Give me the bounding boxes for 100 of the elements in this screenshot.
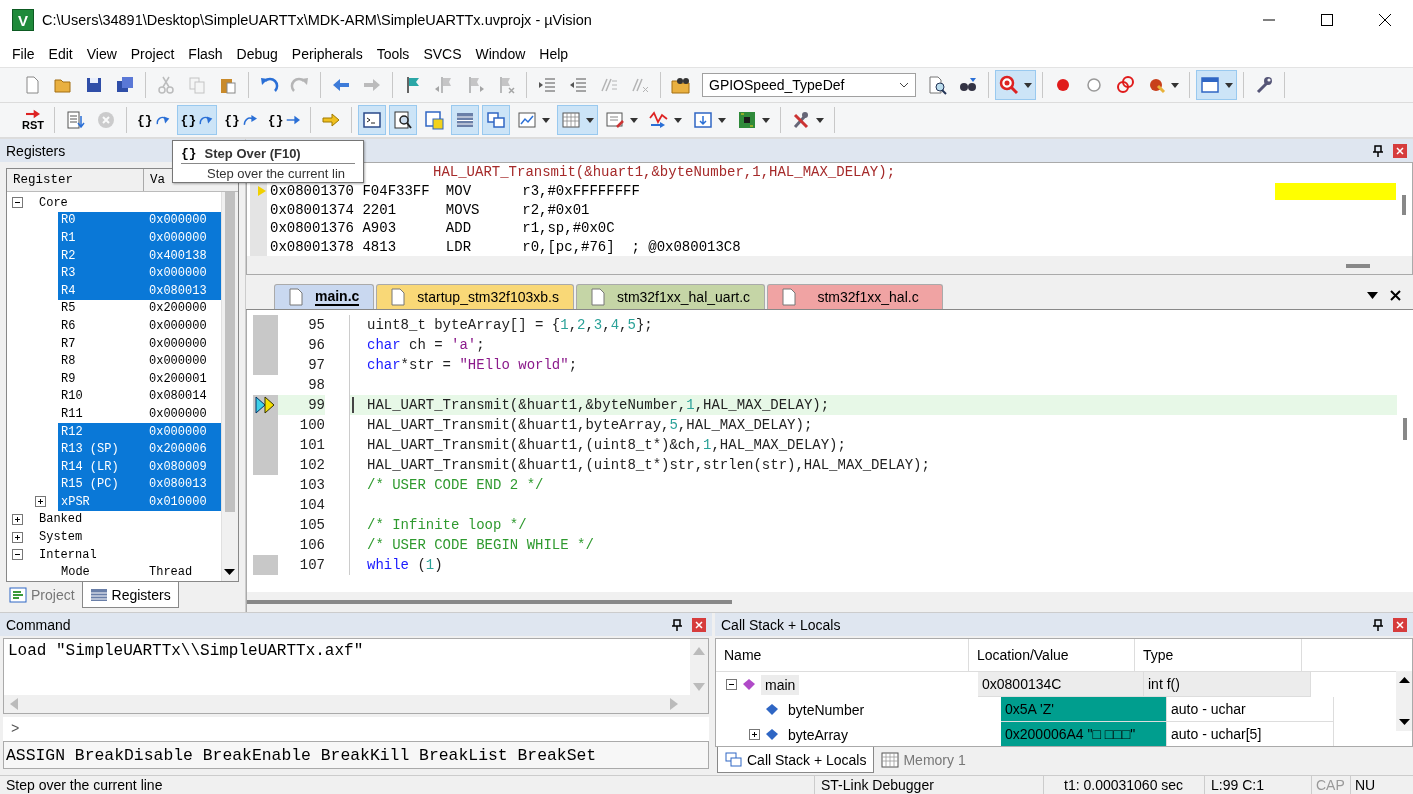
register-row[interactable]: R0 0x000000 xyxy=(58,211,221,230)
panel-tab[interactable]: Registers xyxy=(81,582,179,608)
register-value: 0x400138 xyxy=(149,248,208,263)
toolbar-button[interactable]: {} xyxy=(133,105,174,135)
register-value: 0x000000 xyxy=(149,266,208,281)
register-row[interactable]: xPSR 0x010000 xyxy=(58,493,221,511)
register-name: R6 xyxy=(61,318,77,333)
menu-item[interactable]: Flash xyxy=(181,45,230,62)
register-row[interactable]: R9 0x200001 xyxy=(58,369,221,388)
panel-title: Call Stack + Locals xyxy=(721,616,841,633)
register-group-name: Internal xyxy=(39,547,97,562)
tree-row[interactable]: Internal xyxy=(7,545,221,564)
register-value: 0x080013 xyxy=(149,477,208,492)
register-value: 0x200000 xyxy=(149,301,208,316)
panel-tab[interactable]: Memory 1 xyxy=(874,747,973,773)
register-value: 0x000000 xyxy=(149,354,208,369)
register-value: Thread xyxy=(149,565,194,580)
toolbar-button[interactable]: {} xyxy=(176,105,218,135)
register-value: 0x080014 xyxy=(149,389,208,404)
panel-title: Registers xyxy=(6,142,66,159)
register-row[interactable]: R1 0x000000 xyxy=(58,229,221,247)
register-row[interactable]: R3 0x000000 xyxy=(58,264,221,282)
column-header[interactable]: Register xyxy=(7,169,144,191)
source-line: HAL_UART_Transmit(&huart1,&byteNumber,1,HAL_MAX_DELAY); xyxy=(433,164,896,180)
register-name: R5 xyxy=(61,301,77,316)
menu-item[interactable]: Peripherals xyxy=(284,45,370,62)
register-value: 0x200001 xyxy=(149,371,208,386)
line-number: 102 xyxy=(298,456,325,475)
register-name: R14 (LR) xyxy=(61,459,120,474)
status-debugger: ST-Link Debugger xyxy=(815,776,1044,794)
command-hints: ASSIGN BreakDisable BreakEnable BreakKill BreakList BreakSet xyxy=(3,741,709,769)
register-group-name: Core xyxy=(39,195,68,210)
command-input[interactable]: > xyxy=(3,717,709,741)
register-name: R15 (PC) xyxy=(61,477,120,492)
register-name: R8 xyxy=(61,354,77,369)
menu-item[interactable]: Debug xyxy=(229,45,285,62)
tree-row[interactable]: Core xyxy=(7,194,221,212)
menu-item[interactable]: SVCS xyxy=(416,45,469,62)
symbol-combo-box[interactable]: GPIOSpeed_TypeDef xyxy=(702,73,916,97)
register-row[interactable]: R12 0x000000 xyxy=(58,422,221,441)
register-value: 0x000000 xyxy=(149,213,208,228)
menu-item[interactable]: Edit xyxy=(41,45,80,62)
register-row[interactable]: R13 (SP) 0x200006 xyxy=(58,440,221,458)
menu-item[interactable]: Project xyxy=(123,45,182,62)
panel-tab[interactable]: Call Stack + Locals xyxy=(717,747,875,773)
symbol-name: main xyxy=(761,674,800,695)
file-tab[interactable]: main.c xyxy=(274,284,375,309)
menu-item[interactable]: View xyxy=(79,45,124,62)
line-number: 107 xyxy=(298,556,325,575)
menu-item[interactable]: Tools xyxy=(369,45,417,62)
menu-item[interactable]: Window xyxy=(468,45,533,62)
file-tab[interactable]: stm32f1xx_hal.c xyxy=(767,284,944,309)
menu-item[interactable]: Help xyxy=(532,45,576,62)
register-row[interactable]: R10 0x080014 xyxy=(58,387,221,406)
tree-row[interactable]: Banked xyxy=(7,510,221,529)
code-line: char ch = 'a'; xyxy=(367,337,485,353)
register-row[interactable]: R7 0x000000 xyxy=(58,334,221,353)
line-number: 106 xyxy=(298,536,325,555)
app-logo: V xyxy=(12,9,34,31)
register-row[interactable]: R11 0x000000 xyxy=(58,405,221,423)
value-cell: 0x5A 'Z' xyxy=(1001,697,1167,722)
register-row[interactable]: R5 0x200000 xyxy=(58,299,221,318)
menu-item[interactable]: File xyxy=(5,45,42,62)
register-row[interactable]: R8 0x000000 xyxy=(58,352,221,370)
line-number: 98 xyxy=(307,376,325,395)
register-name: R10 xyxy=(61,389,84,404)
window-title: C:\Users\34891\Desktop\SimpleUARTTx\MDK-ARM\SimpleUARTTx.uvprojx - µVision xyxy=(42,12,592,28)
toolbar-button[interactable]: {} xyxy=(263,105,305,135)
register-name: R7 xyxy=(61,336,77,351)
panel-title: Command xyxy=(6,616,71,633)
status-time: t1: 0.00031060 sec xyxy=(1044,776,1205,794)
key-indicator: CAP xyxy=(1312,776,1351,794)
panel-tab[interactable]: Project xyxy=(2,582,82,608)
code-line: HAL_UART_Transmit(&huart1,(uint8_t*)str,strlen(str),HAL_MAX_DELAY); xyxy=(367,457,930,473)
register-value: 0x000000 xyxy=(149,318,208,333)
register-value: 0x000000 xyxy=(149,231,208,245)
register-value: 0x080013 xyxy=(149,283,208,298)
register-name: xPSR xyxy=(61,494,91,509)
column-header[interactable]: Name xyxy=(716,639,969,671)
line-number: 96 xyxy=(307,336,325,355)
toolbar-button[interactable]: RST xyxy=(18,105,48,135)
register-name: R11 xyxy=(61,406,84,421)
register-value: 0x000000 xyxy=(149,424,208,439)
instruction-line: 0x08001370 F04F33FF MOV r3,#0xFFFFFFFF xyxy=(270,183,640,200)
file-tab[interactable]: stm32f1xx_hal_uart.c xyxy=(576,284,766,309)
toolbar-button[interactable]: {} xyxy=(220,105,261,135)
file-tab[interactable]: startup_stm32f103xb.s xyxy=(376,284,574,309)
register-row[interactable]: Mode Thread xyxy=(58,563,221,581)
column-header[interactable]: Va xyxy=(144,169,165,191)
column-header[interactable]: Type xyxy=(1135,639,1302,671)
register-group-name: Banked xyxy=(39,512,83,527)
line-number: 103 xyxy=(298,476,325,495)
tree-row[interactable]: System xyxy=(7,528,221,546)
register-value: 0x000000 xyxy=(149,406,208,421)
line-number: 95 xyxy=(307,316,325,335)
status-position: L:99 C:1 xyxy=(1205,776,1312,794)
column-header[interactable]: Location/Value xyxy=(969,639,1135,671)
key-indicator: NU xyxy=(1354,776,1377,794)
register-row[interactable]: R6 0x000000 xyxy=(58,317,221,335)
value-cell: 0x200006A4 "□ □□□" xyxy=(1001,722,1167,746)
